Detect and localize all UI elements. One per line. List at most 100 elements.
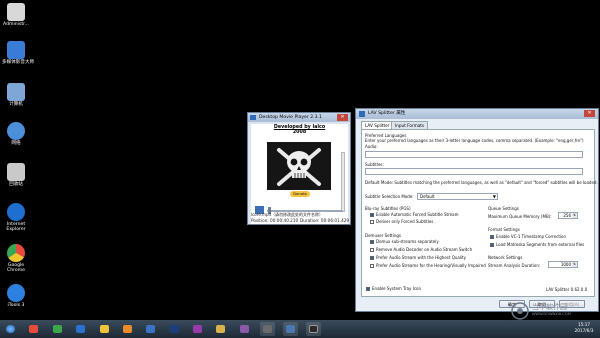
lav-titlebar[interactable]: LAV Splitter 属性 ✕ — [356, 109, 598, 119]
bluray-heading: Blu-ray Subtitles (PGS) — [365, 206, 411, 211]
itools-icon — [7, 284, 25, 302]
desktop-icon-label: 多媒体影音大师 — [2, 60, 35, 65]
checkbox-remove-audio-decoder[interactable] — [370, 248, 374, 252]
checkbox-label: Demux sub-streams separately — [376, 239, 439, 244]
watermark-text: 当下软件园 — [532, 303, 567, 311]
gear-app-icon — [263, 325, 272, 333]
checkbox-label: Deliver only Forced Subtitles — [376, 219, 434, 224]
chrome-icon — [7, 244, 25, 262]
demuxer-heading: Demuxer Settings — [365, 233, 401, 238]
taskbar-item-blue-app[interactable] — [143, 322, 158, 336]
dmp-app-icon — [250, 115, 256, 120]
tab-input-formats[interactable]: Input Formats — [391, 121, 429, 129]
desktop-icon-network[interactable]: 网络 — [2, 122, 30, 146]
audio-language-input[interactable] — [365, 151, 583, 158]
position-readout: Position: 00:00:40.210 — [251, 218, 299, 223]
lav-title: LAV Splitter 属性 — [368, 111, 406, 116]
max-queue-label: Maximum Queue Memory (MB): — [488, 214, 552, 219]
green-app-icon — [53, 325, 62, 333]
taskbar-item-player[interactable] — [283, 322, 298, 336]
subtitle-mode-select[interactable]: Default ▼ — [417, 193, 498, 200]
format-heading: Format Settings — [488, 227, 520, 232]
preferred-languages-desc: Enter your preferred languages as their … — [365, 138, 584, 143]
tab-lav-splitter[interactable]: LAV Splitter — [361, 121, 394, 129]
checkbox-label: Prefer Audio Stream with the Highest Qua… — [376, 255, 466, 260]
taskbar-item-folder[interactable] — [213, 322, 228, 336]
clock-date: 2017/6/3 — [574, 328, 594, 333]
checkbox-auto-forced[interactable] — [370, 213, 374, 217]
checkbox-demux-substreams[interactable] — [370, 240, 374, 244]
checkbox-label: Load Matroska Segments from external fil… — [496, 242, 585, 247]
stream-analysis-stepper[interactable]: 1000 ⇅ — [548, 261, 578, 268]
checkbox-label: Enable VC-1 Timestamp Correction — [496, 234, 566, 239]
spinner-arrows-icon[interactable]: ⇅ — [572, 213, 577, 218]
video-screen[interactable] — [267, 142, 331, 190]
desktop-icon-ie[interactable]: Internet Explorer — [2, 203, 30, 232]
rar-icon — [240, 325, 249, 333]
network-icon — [7, 122, 25, 140]
desktop-icon-itools[interactable]: iTools 3 — [2, 284, 30, 308]
taskbar-item-photoshop[interactable] — [167, 322, 182, 336]
system-clock[interactable]: 15:17 2017/6/3 — [571, 322, 597, 334]
checkbox-tray-icon[interactable] — [366, 287, 370, 291]
taskbar-item-rar[interactable] — [237, 322, 252, 336]
checkbox-forced-only[interactable] — [370, 220, 374, 224]
close-icon[interactable]: ✕ — [337, 114, 348, 121]
close-icon[interactable]: ✕ — [584, 110, 595, 117]
desktop-icon-label: iTools 3 — [7, 303, 25, 308]
dmp-titlebar[interactable]: Desktop Movie Player 2.3.1 ✕ — [248, 113, 350, 122]
taskbar-item-qq[interactable] — [97, 322, 112, 336]
checkbox-vc1-timestamp[interactable] — [490, 235, 494, 239]
stream-analysis-label: Stream Analysis Duration: — [488, 263, 541, 268]
audio-label: Audio: — [365, 144, 378, 149]
photoshop-icon — [170, 325, 179, 333]
spinner-arrows-icon[interactable]: ⇅ — [572, 262, 577, 267]
taskbar-item-orange-app[interactable] — [120, 322, 135, 336]
default-mode-desc: Default Mode: Subtitles matching the pre… — [365, 180, 598, 185]
ie-icon — [76, 325, 85, 333]
desktop-icon-admin[interactable]: Administr... — [2, 3, 30, 27]
lav-splitter-window: LAV Splitter 属性 ✕ LAV Splitter Input For… — [355, 108, 599, 312]
subtitles-label: Subtitles: — [365, 162, 384, 167]
settings-pane: Preferred Languages Enter your preferred… — [361, 129, 598, 297]
desktop-icon-label: 回收站 — [9, 182, 23, 187]
checkbox-impaired-streams[interactable] — [370, 264, 374, 268]
taskbar-item-media-app[interactable] — [190, 322, 205, 336]
version-label: LAV Splitter 0.62.0.0 — [546, 287, 588, 292]
desktop-icon-chrome[interactable]: Google Chrome — [2, 244, 30, 273]
duration-readout: Duration: 00:06:01.429 — [300, 218, 350, 223]
folder-icon — [216, 325, 225, 333]
max-queue-stepper[interactable]: 256 ⇅ — [558, 212, 578, 219]
taskbar-item-chrome[interactable] — [26, 322, 41, 336]
recycle-bin-icon — [7, 163, 25, 181]
desktop-icon-recycle-bin[interactable]: 回收站 — [2, 163, 30, 187]
desktop-icon-computer[interactable]: 计算机 — [2, 83, 30, 107]
taskbar-item-gear-app[interactable] — [260, 322, 275, 336]
desktop-icon-label: 计算机 — [9, 102, 23, 107]
player-app-icon — [286, 325, 295, 333]
dmp-app-icon — [309, 325, 318, 333]
subtitle-language-input[interactable] — [365, 168, 583, 175]
desktop: Administr... 多媒体影音大师 计算机 网络 回收站 Internet… — [0, 0, 600, 320]
network-heading: Network Settings — [488, 255, 523, 260]
checkbox-highest-quality[interactable] — [370, 256, 374, 260]
checkbox-matroska-segments[interactable] — [490, 243, 494, 247]
dmp-title: Desktop Movie Player 2.3.1 — [259, 115, 322, 120]
lav-app-icon — [359, 111, 365, 117]
taskbar-item-dmp[interactable] — [306, 322, 321, 336]
desktop-icon-media[interactable]: 多媒体影音大师 — [2, 41, 35, 65]
desktop-icon-label: Administr... — [3, 22, 29, 27]
dmp-body: Developed by lalco 2008 Donate — [251, 124, 348, 224]
subtitle-mode-label: Subtitle Selection Mode: — [365, 194, 414, 199]
blue-app-icon — [146, 325, 155, 333]
dmp-window: Desktop Movie Player 2.3.1 ✕ Developed b… — [247, 112, 351, 225]
desktop-icon-label: Google Chrome — [6, 263, 26, 273]
taskbar-item-green-app[interactable] — [50, 322, 65, 336]
checkbox-label: Enable System Tray Icon — [372, 286, 422, 291]
donate-button[interactable]: Donate — [290, 191, 310, 197]
volume-slider[interactable] — [341, 152, 345, 212]
taskbar-item-ie[interactable] — [73, 322, 88, 336]
start-button[interactable] — [3, 322, 18, 336]
user-folder-icon — [7, 3, 25, 21]
queue-heading: Queue Settings — [488, 206, 519, 211]
